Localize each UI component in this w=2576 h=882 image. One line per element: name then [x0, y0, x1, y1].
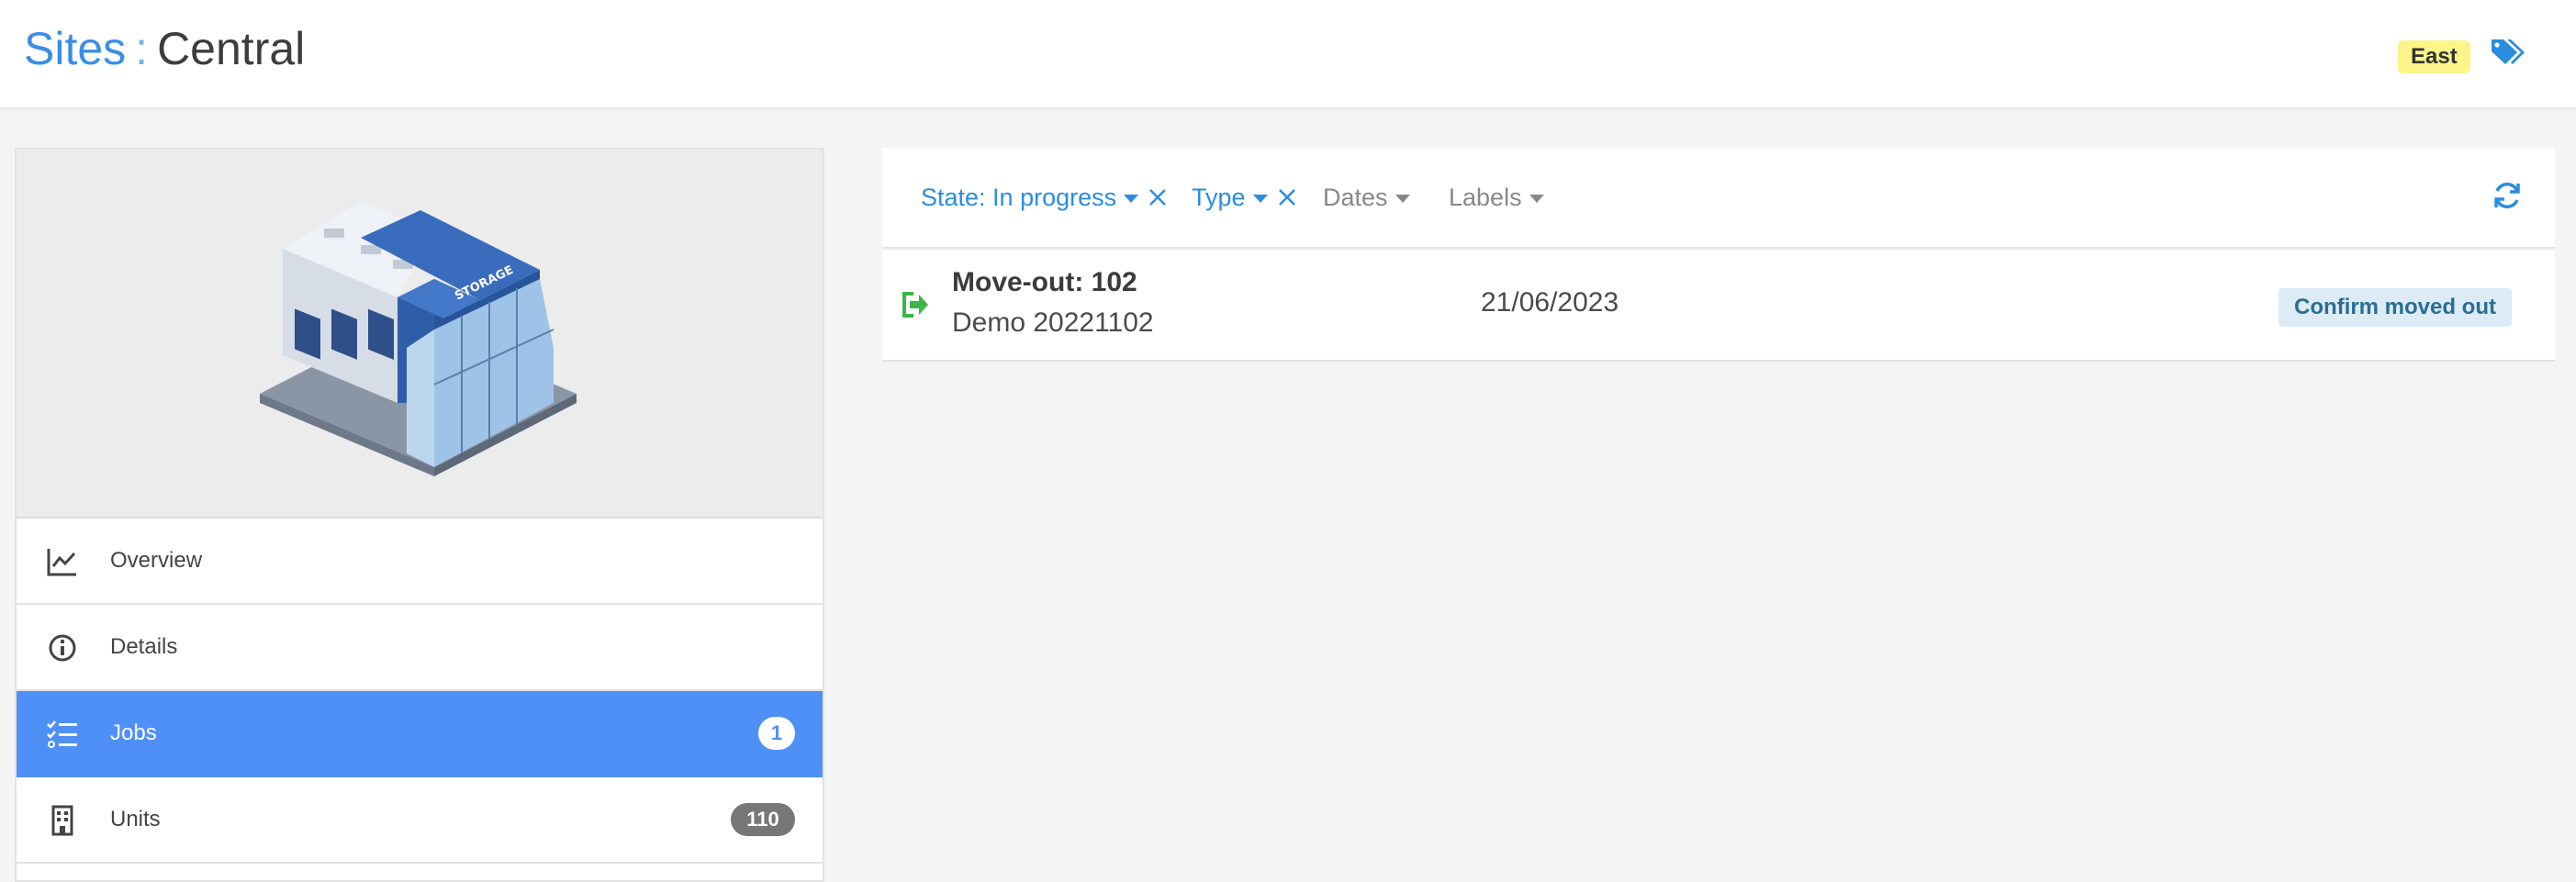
state-filter-label: State: In progress	[921, 184, 1117, 211]
sidebar-item-overview[interactable]: Overview	[17, 519, 823, 605]
checklist-icon	[47, 720, 77, 748]
sidebar-item-label: Details	[110, 634, 178, 659]
site-sidebar: STORAGE Overview Details Jobs 1 Units 11…	[15, 148, 824, 882]
caret-down-icon	[1252, 195, 1268, 204]
caret-down-icon	[1124, 195, 1139, 204]
breadcrumb: Sites: Central	[24, 17, 305, 81]
dates-filter-label: Dates	[1323, 184, 1388, 211]
state-filter-dropdown[interactable]: State: In progress	[921, 179, 1139, 216]
units-count-badge: 110	[731, 803, 795, 836]
caret-down-icon	[1529, 195, 1544, 204]
clear-type-filter-icon[interactable]	[1278, 188, 1296, 207]
job-title[interactable]: Move-out: 102	[952, 267, 1137, 298]
job-subtitle: Demo 20221102	[952, 307, 1154, 338]
labels-filter-dropdown[interactable]: Labels	[1449, 179, 1544, 216]
job-date: 21/06/2023	[1481, 287, 1619, 318]
sidebar-item-label: Jobs	[110, 720, 157, 745]
tags-icon[interactable]	[2490, 37, 2526, 68]
page-title: Central	[157, 23, 306, 74]
site-tag-badge[interactable]: East	[2398, 40, 2470, 73]
building-icon	[51, 805, 73, 836]
sidebar-item-jobs[interactable]: Jobs 1	[17, 691, 823, 777]
type-filter-dropdown[interactable]: Type	[1192, 179, 1268, 216]
move-out-icon	[902, 292, 928, 318]
sidebar-item-label: Units	[110, 807, 161, 832]
confirm-moved-out-button[interactable]: Confirm moved out	[2279, 288, 2512, 327]
storage-building-illustration: STORAGE	[260, 201, 577, 476]
dates-filter-dropdown[interactable]: Dates	[1323, 179, 1410, 216]
clear-state-filter-icon[interactable]	[1148, 188, 1167, 207]
sidebar-item-details[interactable]: Details	[17, 605, 823, 691]
job-row[interactable]: Move-out: 102 Demo 20221102 21/06/2023 C…	[882, 251, 2555, 362]
sidebar-item-label: Overview	[110, 548, 203, 573]
line-chart-icon	[47, 549, 76, 576]
refresh-icon[interactable]	[2491, 179, 2524, 212]
breadcrumb-separator: :	[135, 23, 149, 74]
breadcrumb-sites-link[interactable]: Sites	[24, 23, 126, 74]
site-image: STORAGE	[17, 150, 823, 519]
jobs-filter-bar: State: In progress Type Dates Labels	[882, 148, 2555, 249]
labels-filter-label: Labels	[1449, 184, 1522, 211]
info-circle-icon	[49, 634, 76, 662]
sidebar-item-units[interactable]: Units 110	[17, 777, 823, 864]
page-header: Sites: Central East	[0, 0, 2576, 109]
caret-down-icon	[1394, 195, 1410, 204]
type-filter-label: Type	[1192, 184, 1246, 211]
jobs-count-badge: 1	[758, 717, 795, 750]
